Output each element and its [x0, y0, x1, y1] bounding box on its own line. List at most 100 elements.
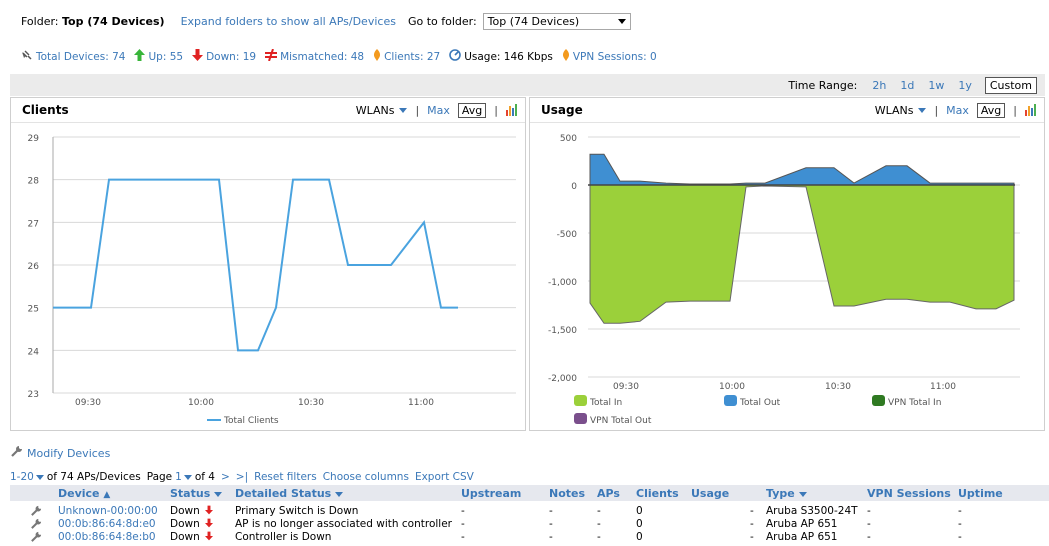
x-tick-label: 10:30: [298, 398, 324, 408]
device-name-link[interactable]: 00:0b:86:64:8e:b0: [58, 531, 156, 543]
column-upstream[interactable]: Upstream: [461, 487, 521, 500]
type-value: Aruba AP 651: [766, 531, 838, 543]
y-tick-label: -1,500: [548, 326, 577, 336]
column-clients[interactable]: Clients: [636, 487, 679, 500]
usage-value: -: [750, 518, 754, 530]
usage-panel: Usage WLANs | Max Avg | -2,000 -1,500 -1,0…: [529, 97, 1045, 431]
uptime-value: -: [958, 518, 962, 530]
clients-wlans-label: WLANs: [355, 103, 395, 117]
chevron-down-icon: [617, 18, 626, 24]
time-range-2h[interactable]: 2h: [872, 79, 886, 92]
folder-label: Folder:: [21, 14, 59, 28]
column-notes[interactable]: Notes: [549, 487, 585, 500]
page-size-dropdown[interactable]: 1-20: [10, 471, 44, 483]
mismatched-devices-link[interactable]: Mismatched: 48: [280, 51, 364, 63]
column-device[interactable]: Device ▲: [58, 487, 110, 500]
column-usage[interactable]: Usage: [691, 487, 729, 500]
reset-filters-link[interactable]: Reset filters: [254, 471, 317, 483]
export-csv-link[interactable]: Export CSV: [415, 471, 474, 483]
devices-table-header: Device ▲ Status Detailed Status Upstream…: [10, 485, 1049, 501]
clients-wlans-dropdown[interactable]: WLANs: [356, 104, 408, 117]
x-tick-label: 09:30: [75, 398, 101, 408]
clients-value: 0: [636, 505, 643, 517]
usage-panel-header: Usage WLANs | Max Avg |: [530, 98, 1044, 123]
legend-label: Total In: [589, 398, 622, 408]
column-aps[interactable]: APs: [597, 487, 620, 500]
usage-avg-button[interactable]: Avg: [976, 102, 1006, 118]
bar-chart-icon[interactable]: [506, 104, 517, 116]
y-tick-label: 28: [28, 177, 40, 187]
up-devices-link[interactable]: Up: 55: [148, 51, 183, 63]
choose-columns-link[interactable]: Choose columns: [323, 471, 409, 483]
aps-value: -: [597, 531, 601, 543]
vpn-value: -: [867, 505, 871, 517]
status-text: Down: [170, 518, 200, 530]
device-name-link[interactable]: Unknown-00:00:00: [58, 505, 158, 517]
clients-link[interactable]: Clients: 27: [384, 51, 440, 63]
up-arrow-icon: [134, 49, 146, 64]
column-detailed-status[interactable]: Detailed Status: [235, 487, 344, 500]
usage-wlans-dropdown[interactable]: WLANs: [875, 104, 927, 117]
usage-value: Usage: 146 Kbps: [464, 50, 553, 63]
column-vpn-sessions[interactable]: VPN Sessions: [867, 487, 951, 500]
vpn-value: -: [867, 518, 871, 530]
down-devices-link[interactable]: Down: 19: [206, 51, 256, 63]
expand-folders-link[interactable]: Expand folders to show all APs/Devices: [181, 15, 396, 28]
column-status[interactable]: Status: [170, 487, 223, 500]
column-type[interactable]: Type: [766, 487, 807, 500]
clients-max-button[interactable]: Max: [427, 104, 450, 117]
y-tick-label: -2,000: [548, 374, 577, 384]
type-value: Aruba S3500-24T: [766, 505, 858, 517]
next-page-button[interactable]: >: [221, 471, 230, 483]
page-count: of 4: [194, 471, 215, 483]
time-range-1d[interactable]: 1d: [900, 79, 914, 92]
status-text: Down: [170, 505, 200, 517]
goto-folder-select[interactable]: Top (74 Devices): [482, 12, 631, 30]
clients-avg-button[interactable]: Avg: [457, 102, 487, 118]
separator: |: [415, 103, 420, 117]
time-range-selector: Time Range: 2h 1d 1w 1y Custom: [788, 76, 1037, 94]
total-devices-link[interactable]: Total Devices: 74: [36, 51, 125, 63]
down-arrow-icon: [192, 49, 204, 64]
x-tick-label: 10:00: [719, 382, 745, 392]
time-range-1y[interactable]: 1y: [958, 79, 972, 92]
legend-label: VPN Total In: [888, 398, 941, 408]
x-tick-label: 10:00: [188, 398, 214, 408]
device-name-link[interactable]: 00:0b:86:64:8d:e0: [58, 518, 156, 530]
page-size-value: 1-20: [10, 471, 34, 483]
usage-wlans-label: WLANs: [874, 103, 914, 117]
page-number: 1: [175, 471, 182, 483]
x-tick-label: 11:00: [408, 398, 434, 408]
y-tick-label: 23: [28, 390, 39, 400]
page-select[interactable]: 1: [175, 471, 192, 483]
legend-swatch: [574, 395, 587, 406]
table-row: Unknown-00:00:00 Down Primary Switch is Do…: [10, 505, 1049, 518]
wrench-icon[interactable]: [30, 531, 42, 546]
modify-devices-link[interactable]: Modify Devices: [27, 447, 110, 460]
usage-panel-tools: WLANs | Max Avg |: [875, 101, 1036, 119]
vpn-sessions-link[interactable]: VPN Sessions: 0: [573, 51, 657, 63]
column-uptime[interactable]: Uptime: [958, 487, 1003, 500]
time-range-custom[interactable]: Custom: [984, 76, 1037, 94]
chevron-down-icon: [918, 107, 927, 113]
last-page-button[interactable]: >|: [236, 471, 248, 483]
y-tick-label: 500: [560, 134, 577, 144]
notes-value: -: [549, 531, 553, 543]
folder-bar: Folder: Top (74 Devices) Expand folders …: [21, 12, 631, 30]
down-arrow-icon: [205, 518, 213, 531]
down-arrow-icon: [205, 505, 213, 518]
chevron-down-icon: [183, 475, 192, 480]
aps-value: -: [597, 518, 601, 530]
separator: |: [494, 103, 498, 117]
area-total-out: [589, 153, 1015, 186]
bar-chart-icon[interactable]: [1025, 104, 1036, 116]
clients-chart: 23 24 25 26 27 28 29 09:30 10:00 10:30 11:00 Total …: [28, 134, 516, 426]
usage-value: -: [750, 505, 754, 517]
x-tick-label: 09:30: [613, 382, 639, 392]
x-tick-label: 11:00: [930, 382, 956, 392]
time-range-1w[interactable]: 1w: [928, 79, 944, 92]
y-tick-label: 29: [28, 134, 40, 144]
usage-max-button[interactable]: Max: [946, 104, 969, 117]
usage-panel-title: Usage: [541, 103, 583, 117]
area-total-in: [589, 184, 1015, 324]
